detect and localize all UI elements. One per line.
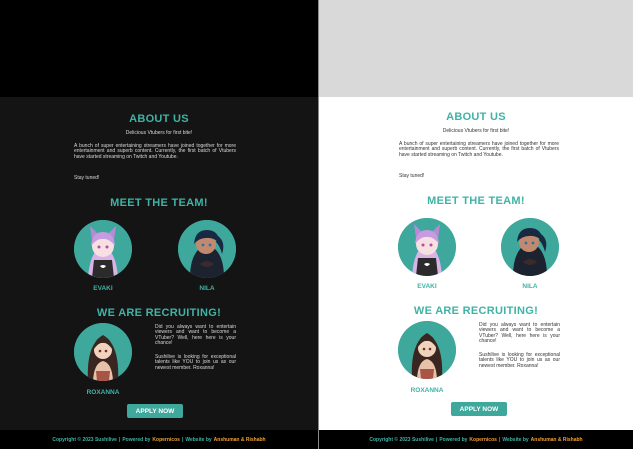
about-title: ABOUT US [129, 113, 189, 125]
hero-banner [319, 0, 633, 97]
footer-website-label: Website by [185, 436, 212, 443]
member-name-nila: NILA [199, 285, 215, 292]
footer-powered-link[interactable]: Kopernicos [152, 437, 180, 443]
cat-ear-girl-avatar-icon [74, 220, 132, 278]
recruit-paragraph-2: Sushilive is looking for exceptional tal… [155, 354, 236, 371]
footer-copyright: Copyright © 2023 Sushilive [369, 436, 434, 443]
apply-now-button[interactable]: APPLY NOW [127, 404, 183, 418]
footer-separator: | [498, 436, 501, 443]
team-title: MEET THE TEAM! [427, 195, 525, 207]
about-body: A bunch of super entertaining streamers … [74, 143, 236, 160]
footer-website-link[interactable]: Anshuman & Rishabh [214, 437, 266, 443]
footer-powered-link[interactable]: Kopernicos [469, 437, 497, 443]
recruit-title: WE ARE RECRUITING! [96, 307, 222, 319]
member-name-evaki: EVAKI [93, 285, 113, 292]
footer: Copyright © 2023 Sushilive | Powered by … [319, 430, 633, 449]
about-title: ABOUT US [446, 111, 506, 123]
about-subtitle: Delicious Vtubers for first bite! [442, 128, 510, 134]
about-tagline: Stay tuned! [399, 173, 425, 179]
about-subtitle: Delicious Vtubers for first bite! [125, 130, 193, 136]
team-title: MEET THE TEAM! [110, 197, 208, 209]
hero-banner [0, 0, 318, 97]
footer: Copyright © 2023 Sushilive | Powered by … [0, 430, 318, 449]
footer-separator: | [435, 436, 438, 443]
recruit-paragraph-1: Did you always want to entertain viewers… [479, 322, 560, 345]
apply-now-button[interactable]: APPLY NOW [451, 402, 507, 416]
main-content: ABOUT US Delicious Vtubers for first bit… [0, 97, 318, 430]
about-body: A bunch of super entertaining streamers … [399, 141, 559, 158]
footer-separator: | [118, 436, 121, 443]
member-name-evaki: EVAKI [417, 283, 437, 290]
about-tagline: Stay tuned! [74, 175, 100, 181]
member-name-roxanna: ROXANNA [86, 389, 120, 396]
cat-ear-girl-avatar-icon [398, 218, 456, 276]
footer-separator: | [181, 436, 184, 443]
footer-website-label: Website by [502, 436, 529, 443]
member-name-roxanna: ROXANNA [410, 387, 444, 394]
light-theme-panel: ABOUT US Delicious Vtubers for first bit… [319, 0, 633, 449]
member-name-nila: NILA [522, 283, 538, 290]
footer-powered-label: Powered by [122, 436, 151, 443]
dark-haired-girl-avatar-icon [501, 218, 559, 276]
footer-powered-label: Powered by [439, 436, 468, 443]
dark-haired-girl-avatar-icon [178, 220, 236, 278]
recruit-paragraph-2: Sushilive is looking for exceptional tal… [479, 352, 560, 369]
recruit-paragraph-1: Did you always want to entertain viewers… [155, 324, 236, 347]
long-haired-girl-avatar-icon [74, 323, 132, 381]
footer-copyright: Copyright © 2023 Sushilive [52, 436, 117, 443]
dark-theme-panel: ABOUT US Delicious Vtubers for first bit… [0, 0, 318, 449]
recruit-title: WE ARE RECRUITING! [413, 305, 539, 317]
long-haired-girl-avatar-icon [398, 321, 456, 379]
main-content: ABOUT US Delicious Vtubers for first bit… [319, 97, 633, 430]
footer-website-link[interactable]: Anshuman & Rishabh [531, 437, 583, 443]
